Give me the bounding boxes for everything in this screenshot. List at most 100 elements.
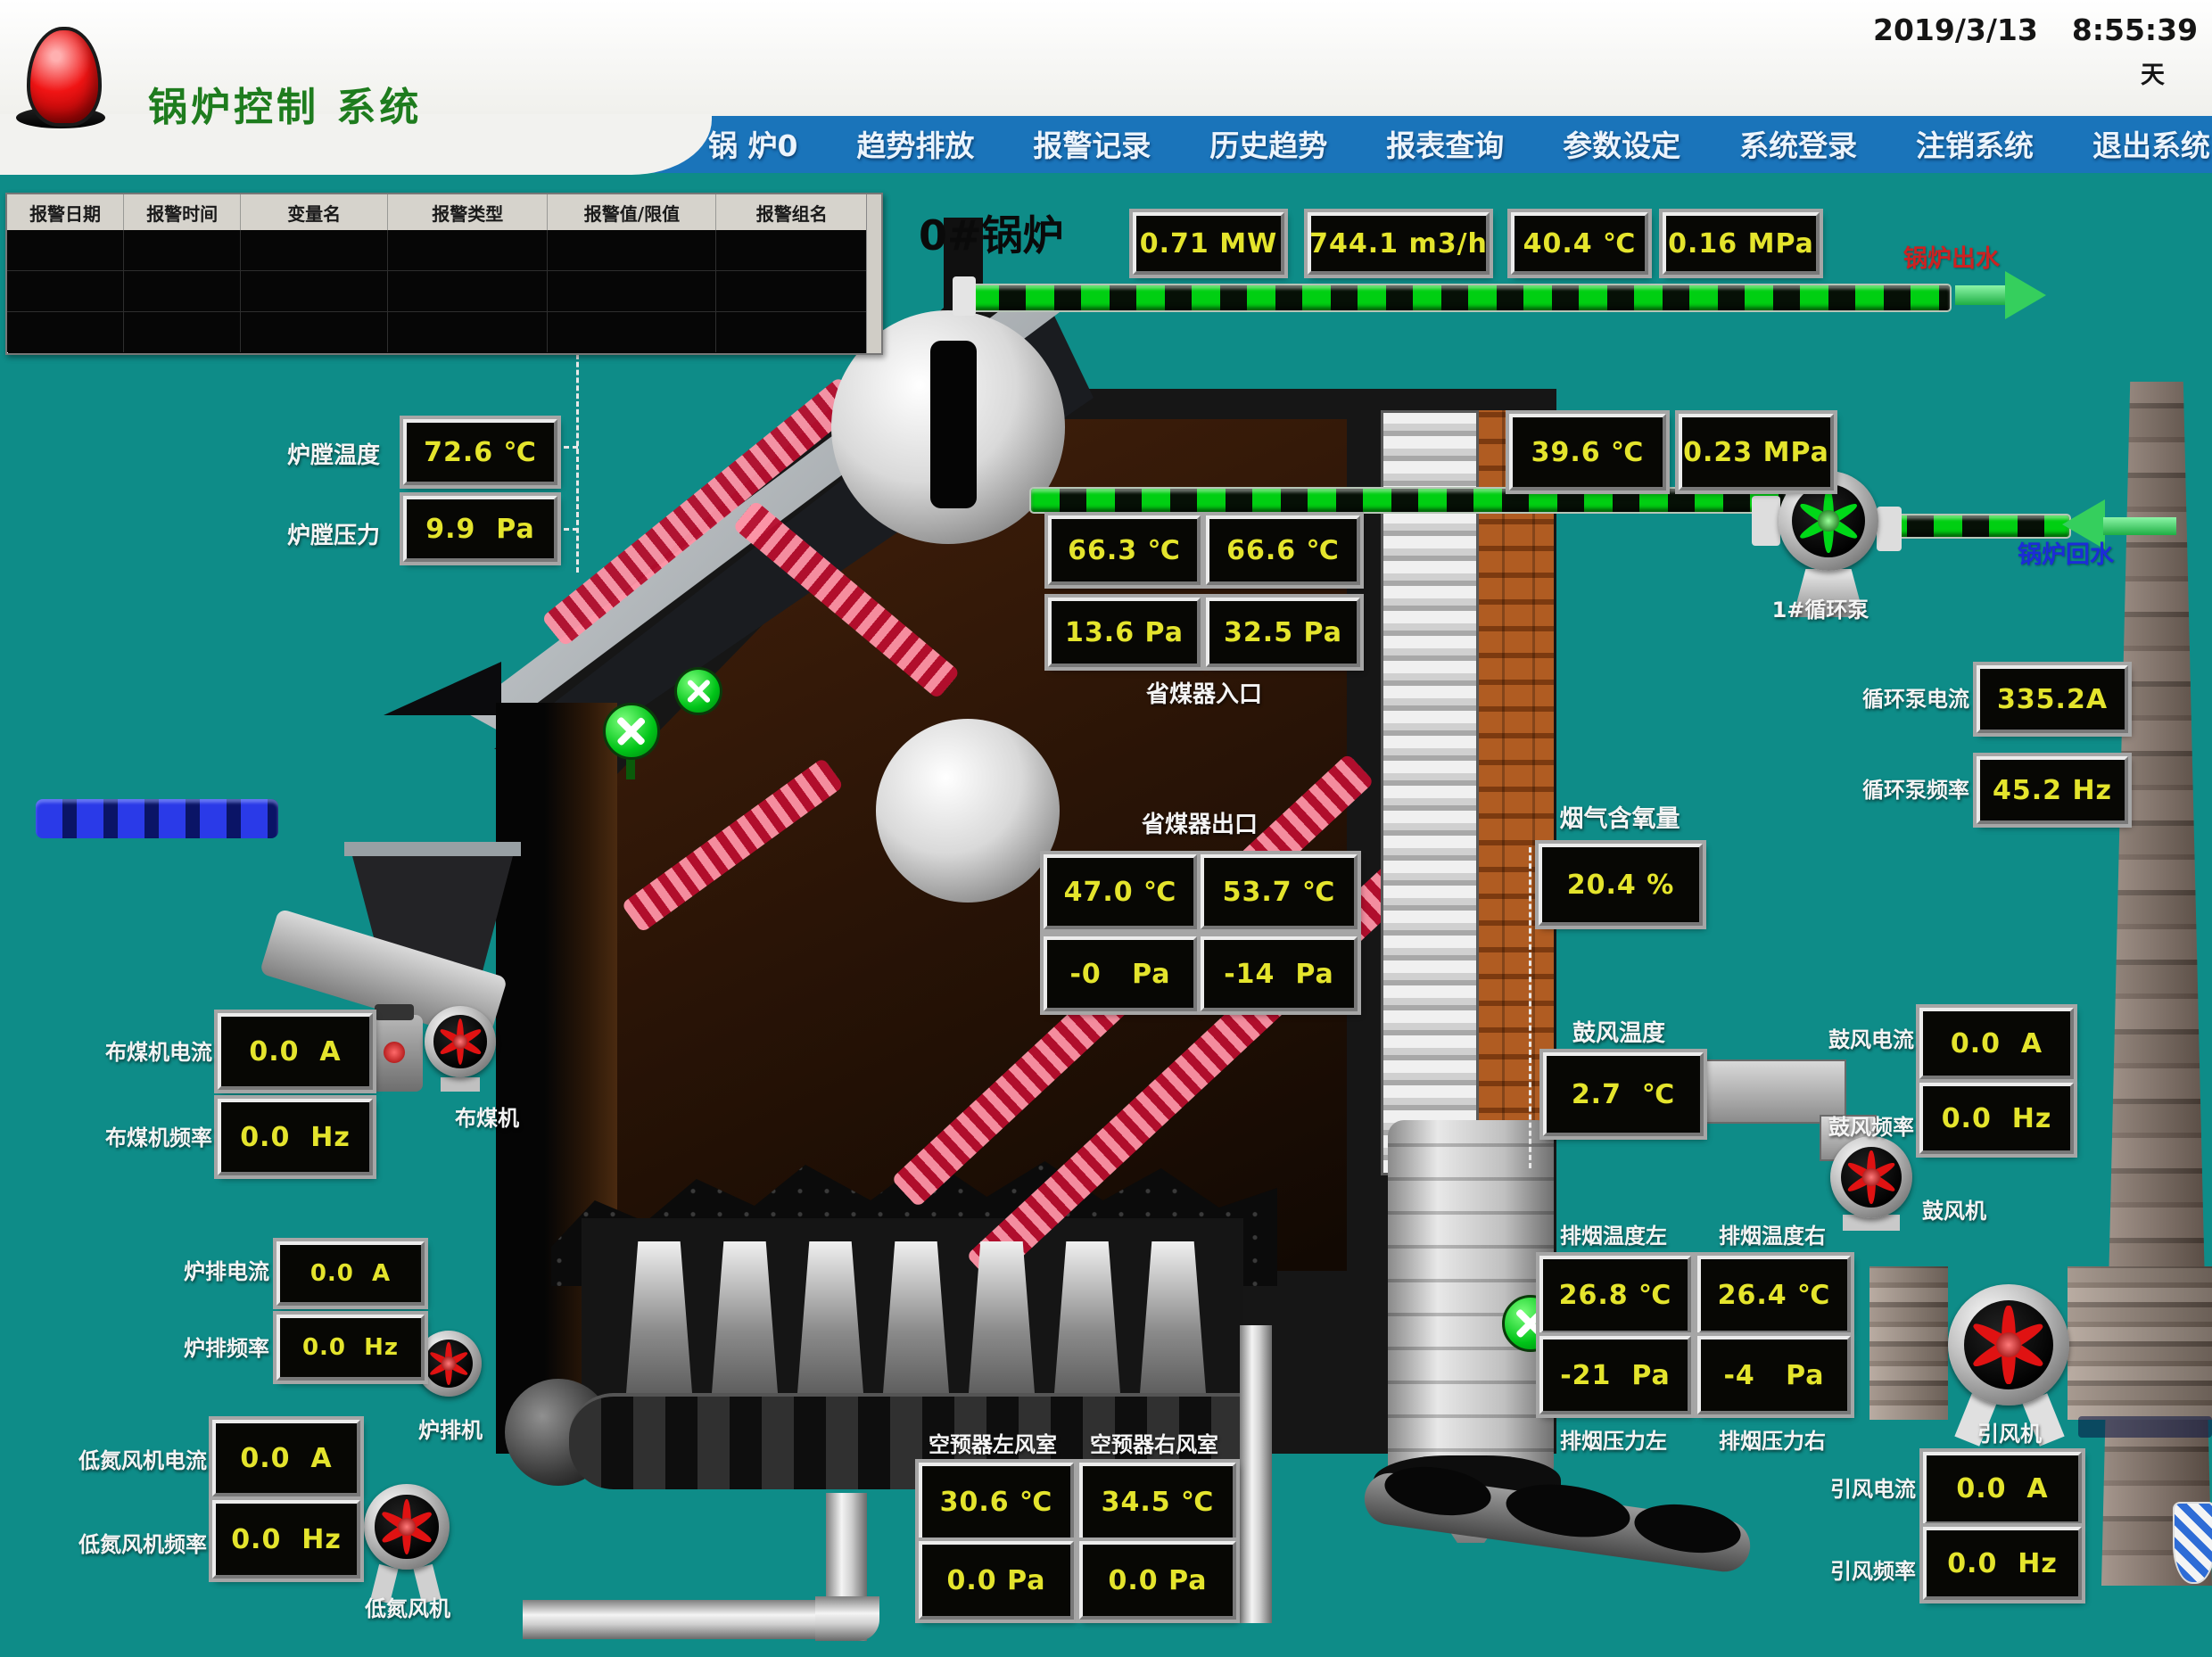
alarm-table-scrollbar[interactable] xyxy=(866,194,881,353)
low-nox-fan-icon[interactable] xyxy=(364,1484,450,1570)
alarm-cell xyxy=(124,271,241,311)
exhaust-pressure-right-label: 排烟压力右 xyxy=(1697,1423,1847,1455)
blast-fan-icon[interactable] xyxy=(1830,1136,1912,1218)
brick-tower-right xyxy=(2068,1266,2212,1420)
boiler-title: 0#锅炉 xyxy=(919,203,1064,262)
menu-logout[interactable]: 注销系统 xyxy=(1916,122,2034,165)
induced-freq-display: 0.0 Hz xyxy=(1923,1527,2082,1600)
alarm-cell xyxy=(716,230,867,270)
circ-freq-display: 45.2 Hz xyxy=(1977,756,2128,824)
grate-current-label: 炉排电流 xyxy=(116,1254,269,1285)
coal-feeder-name: 布煤机 xyxy=(433,1101,541,1132)
alarm-cell xyxy=(548,312,716,352)
pump-flange xyxy=(1752,496,1780,546)
outlet-temp-display: 40.4 ℃ xyxy=(1511,212,1648,275)
eco-inlet-label: 省煤器入口 xyxy=(1106,676,1302,709)
circulation-pump-name: 1#循环泵 xyxy=(1754,592,1887,623)
exhaust-pa-left-display: -21 Pa xyxy=(1539,1336,1691,1414)
menu-alarm-log[interactable]: 报警记录 xyxy=(1033,122,1151,165)
alarm-table-row[interactable] xyxy=(7,230,867,271)
alarm-table: 报警日期 报警时间 变量名 报警类型 报警值/限值 报警组名 xyxy=(5,193,883,355)
blast-temp-label: 鼓风温度 xyxy=(1536,1015,1702,1048)
menu-param-setting[interactable]: 参数设定 xyxy=(1563,122,1680,165)
feeder-current-display: 0.0 A xyxy=(218,1013,373,1090)
preheater-left-pa-display: 0.0 Pa xyxy=(919,1541,1074,1620)
fan-hub xyxy=(425,1340,474,1389)
preheater-right-label: 空预器右风室 xyxy=(1077,1427,1231,1458)
alarm-cell xyxy=(548,230,716,270)
col-alarm-time: 报警时间 xyxy=(124,194,241,230)
fan-hub-dot xyxy=(1996,1332,2021,1357)
blast-temp-display: 2.7 ℃ xyxy=(1543,1052,1704,1136)
col-alarm-date: 报警日期 xyxy=(7,194,124,230)
menu-history-trend[interactable]: 历史趋势 xyxy=(1209,122,1327,165)
lownox-freq-label: 低氮风机频率 xyxy=(36,1527,207,1558)
circ-freq-label: 循环泵频率 xyxy=(1834,772,1969,804)
alarm-cell xyxy=(388,230,548,270)
eco-outlet-pa2-display: -14 Pa xyxy=(1201,936,1358,1011)
flue-o2-display: 20.4 % xyxy=(1539,844,1703,926)
alarm-cell xyxy=(241,312,388,352)
roof-eave xyxy=(384,662,501,715)
outlet-pipe-cap xyxy=(953,276,976,316)
feeder-current-label: 布煤机电流 xyxy=(54,1035,212,1066)
induced-fan-name: 引风机 xyxy=(1960,1416,2059,1447)
watermark-text xyxy=(2078,1416,2212,1438)
valve-indicator[interactable] xyxy=(674,667,722,715)
preheater-right-temp-display: 34.5 ℃ xyxy=(1079,1463,1236,1541)
eco-inlet-temp2-display: 66.6 ℃ xyxy=(1206,515,1360,585)
fan-hub xyxy=(433,1015,486,1068)
alarm-cell xyxy=(548,271,716,311)
bottom-steam-pipe-h xyxy=(523,1600,837,1639)
coal-feeder-fan-icon[interactable] xyxy=(425,1006,496,1077)
return-arrow-shaft xyxy=(2103,517,2176,535)
alarm-lamp-icon xyxy=(27,27,102,127)
steam-drum-slot xyxy=(930,341,977,508)
grate-freq-label: 炉排频率 xyxy=(116,1331,269,1362)
return-water-pipe xyxy=(1029,487,1787,514)
fan-hub xyxy=(1964,1300,2054,1390)
date-text: 2019/3/13 xyxy=(1873,12,2038,47)
alarm-cell xyxy=(241,230,388,270)
grate-current-display: 0.0 A xyxy=(276,1241,425,1306)
menu-exit[interactable]: 退出系统 xyxy=(2092,122,2210,165)
lownox-current-label: 低氮风机电流 xyxy=(36,1443,207,1474)
valve-indicator[interactable] xyxy=(603,703,660,760)
datetime: 2019/3/13 8:55:39 xyxy=(1873,12,2198,47)
alarm-table-row[interactable] xyxy=(7,271,867,312)
outlet-arrow-shaft xyxy=(1955,285,2005,305)
coal-feeder-motor-icon[interactable] xyxy=(366,1015,423,1092)
menu-boiler0[interactable]: 锅 炉0 xyxy=(708,122,797,165)
preheater-left-temp-display: 30.6 ℃ xyxy=(919,1463,1074,1541)
outlet-flow-arrow xyxy=(2005,271,2046,319)
dashed-connector xyxy=(1529,847,1531,1168)
exhaust-temp-right-display: 26.4 ℃ xyxy=(1697,1256,1851,1334)
motor-dot xyxy=(384,1042,405,1063)
alarm-cell xyxy=(388,271,548,311)
fan-hub-dot xyxy=(442,1356,455,1370)
blast-freq-label: 鼓风频率 xyxy=(1784,1109,1914,1141)
menu-system-login[interactable]: 系统登录 xyxy=(1739,122,1857,165)
lower-drum xyxy=(876,719,1060,903)
menu-report-query[interactable]: 报表查询 xyxy=(1386,122,1504,165)
fan-hub xyxy=(375,1495,438,1558)
alarm-cell xyxy=(124,312,241,352)
induced-fan-icon[interactable] xyxy=(1948,1284,2069,1406)
furnace-pressure-label: 炉膛压力 xyxy=(287,517,380,550)
blast-current-display: 0.0 A xyxy=(1919,1008,2074,1079)
alarm-table-row[interactable] xyxy=(7,312,867,352)
furnace-pressure-display: 9.9 Pa xyxy=(403,496,557,562)
alarm-table-header: 报警日期 报警时间 变量名 报警类型 报警值/限值 报警组名 xyxy=(7,194,867,230)
preheater-down-pipe xyxy=(1240,1325,1272,1623)
preheater-right-pa-display: 0.0 Pa xyxy=(1079,1541,1236,1620)
bottom-pipe-elbow xyxy=(815,1596,879,1641)
menu-trend[interactable]: 趋势排放 xyxy=(856,122,974,165)
coal-hopper-lip xyxy=(344,842,521,856)
alarm-cell xyxy=(716,271,867,311)
time-text: 8:55:39 xyxy=(2072,12,2198,47)
circ-current-display: 335.2A xyxy=(1977,665,2128,733)
outlet-flow-display: 744.1 m3/h xyxy=(1308,212,1490,275)
outlet-water-pipe xyxy=(969,284,1952,312)
grate-drive-fan-icon[interactable] xyxy=(416,1331,482,1397)
furnace-temp-display: 72.6 ℃ xyxy=(403,419,557,485)
